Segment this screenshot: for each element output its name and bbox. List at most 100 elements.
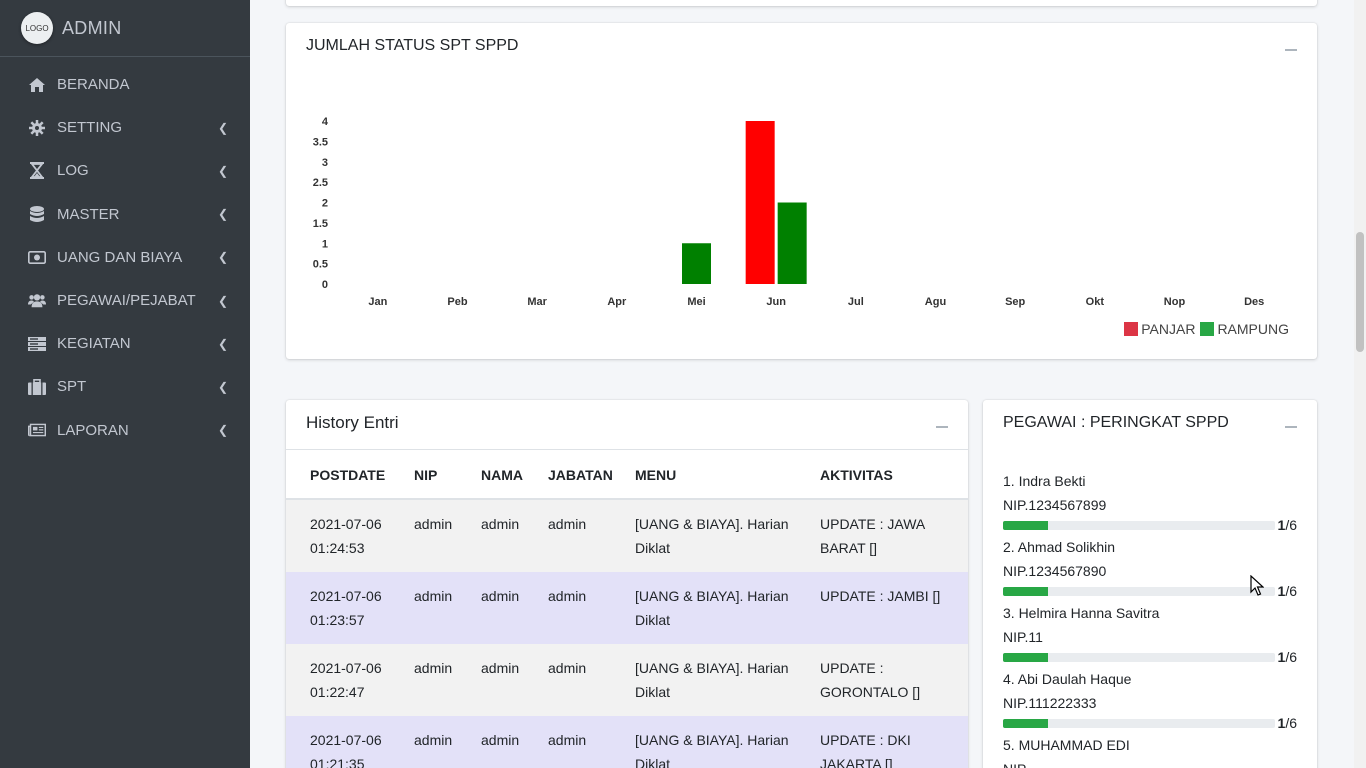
column-header[interactable]: NIP <box>414 450 481 500</box>
y-tick-label: 2.5 <box>313 177 328 189</box>
y-tick-label: 0 <box>322 279 328 291</box>
ranking-nip: NIP.1234567899 <box>1003 497 1107 513</box>
ranking-count: 1/6 <box>1278 715 1297 731</box>
cell-menu: [UANG & BIAYA]. Harian Diklat <box>635 516 789 556</box>
ranking-count-total: /6 <box>1285 583 1297 599</box>
cell-jabatan: admin <box>548 732 587 748</box>
brand[interactable]: LOGO ADMIN <box>0 0 250 57</box>
column-header[interactable]: POSTDATE <box>286 450 414 500</box>
chart-card-title: JUMLAH STATUS SPT SPPD <box>306 37 519 54</box>
chevron-left-icon: ❮ <box>217 293 228 308</box>
sidebar-item-kegiatan[interactable]: KEGIATAN ❮ <box>0 322 250 365</box>
y-tick-label: 3 <box>322 157 328 169</box>
history-card-title: History Entri <box>306 413 399 432</box>
cell-aktivitas: UPDATE : DKI JAKARTA [] <box>820 732 911 768</box>
cell-menu: [UANG & BIAYA]. Harian Diklat <box>635 588 789 628</box>
ranking-count: 1/6 <box>1278 517 1297 533</box>
cell-nama: admin <box>481 660 520 676</box>
ranking-count-total: /6 <box>1285 649 1297 665</box>
brand-title: ADMIN <box>62 17 122 38</box>
table-row[interactable]: 2021-07-06 01:22:47 admin admin admin [U… <box>286 644 968 716</box>
legend-item-panjar[interactable]: PANJAR <box>1124 321 1195 337</box>
collapse-button[interactable] <box>1285 43 1297 55</box>
progress-fill <box>1003 521 1049 530</box>
ranking-item: 5. MUHAMMAD EDI NIP. <box>1003 733 1297 768</box>
x-tick-label: Agu <box>925 296 946 308</box>
chevron-left-icon: ❮ <box>217 207 228 222</box>
progress-bar <box>1003 587 1275 596</box>
column-header[interactable]: NAMA <box>481 450 548 500</box>
page-scrollbar[interactable] <box>1354 0 1366 768</box>
cell-menu: [UANG & BIAYA]. Harian Diklat <box>635 660 789 700</box>
progress-bar <box>1003 653 1275 662</box>
cell-nip: admin <box>414 660 453 676</box>
bar-rampung-mei[interactable] <box>682 243 711 284</box>
column-header[interactable]: AKTIVITAS <box>820 450 968 500</box>
y-tick-label: 0.5 <box>313 259 328 271</box>
table-row[interactable]: 2021-07-06 01:24:53 admin admin admin [U… <box>286 499 968 572</box>
column-header[interactable]: MENU <box>635 450 820 500</box>
sidebar-item-spt[interactable]: SPT ❮ <box>0 365 250 408</box>
x-tick-label: Peb <box>447 296 467 308</box>
progress-bar <box>1003 719 1275 728</box>
y-tick-label: 1 <box>322 238 328 250</box>
sidebar-item-label: UANG DAN BIAYA <box>57 248 183 266</box>
ranking-nip: NIP.111222333 <box>1003 695 1097 711</box>
x-tick-label: Okt <box>1086 296 1105 308</box>
sidebar-menu: BERANDA SETTING ❮ LOG ❮ MASTER ❮ UANG DA… <box>0 63 250 452</box>
sidebar-item-master[interactable]: MASTER ❮ <box>0 193 250 236</box>
sidebar-item-log[interactable]: LOG ❮ <box>0 149 250 192</box>
chevron-left-icon: ❮ <box>217 250 228 265</box>
progress-fill <box>1003 587 1049 596</box>
cell-aktivitas: UPDATE : JAMBI [] <box>820 588 941 604</box>
chevron-left-icon: ❮ <box>217 120 228 135</box>
bar-rampung-jun[interactable] <box>777 202 807 285</box>
ranking-name: 1. Indra Bekti <box>1003 473 1086 489</box>
column-header[interactable]: JABATAN <box>548 450 635 500</box>
gear-icon <box>28 119 46 137</box>
table-row[interactable]: 2021-07-06 01:23:57 admin admin admin [U… <box>286 572 968 644</box>
history-table: POSTDATE NIP NAMA JABATAN MENU AKTIVITAS… <box>286 450 968 768</box>
sidebar-item-label: KEGIATAN <box>57 335 131 353</box>
y-tick-label: 1.5 <box>313 218 328 230</box>
progress-fill <box>1003 653 1049 662</box>
chevron-left-icon: ❮ <box>217 336 228 351</box>
sidebar-item-beranda[interactable]: BERANDA <box>0 63 250 106</box>
y-tick-label: 3.5 <box>313 136 328 148</box>
sidebar-item-label: LAPORAN <box>57 421 129 439</box>
mouse-cursor-icon <box>1250 575 1264 596</box>
collapse-button[interactable] <box>1285 420 1297 432</box>
newspaper-icon <box>28 421 46 439</box>
collapse-button[interactable] <box>936 420 948 432</box>
ranking-card-title: PEGAWAI : PERINGKAT SPPD <box>1003 414 1229 431</box>
sidebar-item-pegawai-pejabat[interactable]: PEGAWAI/PEJABAT ❮ <box>0 279 250 322</box>
legend-swatch-panjar <box>1124 322 1139 336</box>
chart-legend: PANJAR RAMPUNG <box>1119 321 1289 337</box>
sidebar-item-laporan[interactable]: LAPORAN ❮ <box>0 409 250 452</box>
table-row[interactable]: 2021-07-06 01:21:35 admin admin admin [U… <box>286 716 968 768</box>
ranking-name: 4. Abi Daulah Haque <box>1003 671 1132 687</box>
sidebar-item-label: PEGAWAI/PEJABAT <box>57 292 196 310</box>
x-tick-label: Sep <box>1005 296 1025 308</box>
legend-item-rampung[interactable]: RAMPUNG <box>1200 321 1289 337</box>
x-tick-label: Des <box>1244 296 1264 308</box>
cell-aktivitas: UPDATE : JAWA BARAT [] <box>820 516 925 556</box>
x-tick-label: Mar <box>527 296 547 308</box>
chevron-left-icon: ❮ <box>217 163 228 178</box>
cell-nip: admin <box>414 732 453 748</box>
progress-bar <box>1003 521 1275 530</box>
ranking-count-total: /6 <box>1285 517 1297 533</box>
sidebar-item-setting[interactable]: SETTING ❮ <box>0 106 250 149</box>
bar-panjar-jun[interactable] <box>745 121 775 284</box>
sidebar-item-label: LOG <box>57 162 89 180</box>
cell-postdate: 2021-07-06 01:23:57 <box>310 588 382 628</box>
money-icon <box>28 248 46 266</box>
cell-menu: [UANG & BIAYA]. Harian Diklat <box>635 732 789 768</box>
cell-aktivitas: UPDATE : GORONTALO [] <box>820 660 921 700</box>
ranking-card: PEGAWAI : PERINGKAT SPPD 1. Indra Bekti … <box>983 400 1317 768</box>
ranking-item: 4. Abi Daulah Haque NIP.111222333 1/6 <box>1003 667 1297 731</box>
y-tick-label: 4 <box>322 116 329 128</box>
sidebar-item-uang-dan-biaya[interactable]: UANG DAN BIAYA ❮ <box>0 236 250 279</box>
history-card: History Entri POSTDATE NIP NAMA JABATAN … <box>286 400 968 768</box>
scrollbar-thumb[interactable] <box>1356 232 1364 352</box>
